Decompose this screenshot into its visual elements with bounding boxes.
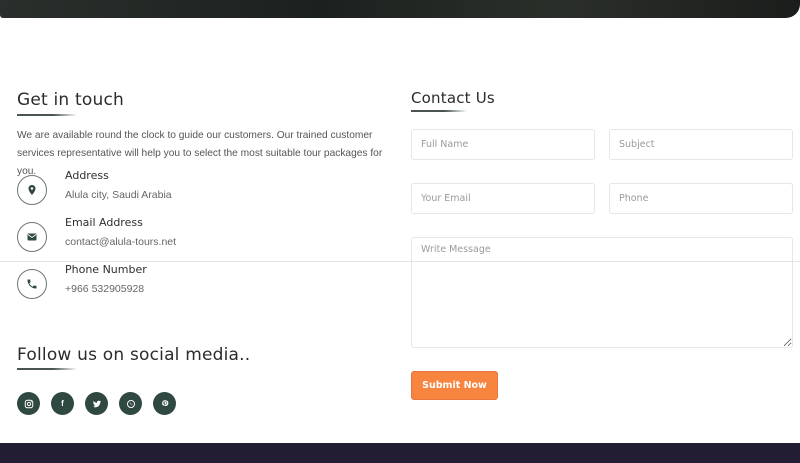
address-title: Address	[65, 169, 109, 182]
email-title: Email Address	[65, 216, 143, 229]
social-heading-underline	[17, 368, 77, 370]
whatsapp-icon[interactable]	[119, 392, 142, 415]
submit-button[interactable]: Submit Now	[411, 371, 498, 400]
footer-edge	[0, 443, 800, 463]
pinterest-icon[interactable]	[153, 392, 176, 415]
contact-heading-underline	[411, 110, 467, 112]
full-name-input[interactable]	[411, 129, 595, 160]
contact-us-heading: Contact Us	[411, 89, 495, 107]
phone-icon	[17, 269, 47, 299]
heading-underline	[17, 114, 77, 116]
hero-banner-edge	[0, 0, 800, 18]
map-pin-icon	[17, 175, 47, 205]
social-heading: Follow us on social media..	[17, 345, 251, 365]
phone-title: Phone Number	[65, 263, 147, 276]
envelope-icon	[17, 222, 47, 252]
section-divider-line	[0, 261, 800, 262]
email-input[interactable]	[411, 183, 595, 214]
subject-input[interactable]	[609, 129, 793, 160]
email-value[interactable]: contact@alula-tours.net	[65, 236, 176, 248]
phone-input[interactable]	[609, 183, 793, 214]
phone-value[interactable]: +966 532905928	[65, 283, 144, 295]
address-value: Alula city, Saudi Arabia	[65, 189, 172, 201]
facebook-icon[interactable]: f	[51, 392, 74, 415]
get-in-touch-heading: Get in touch	[17, 90, 124, 110]
twitter-icon[interactable]	[85, 392, 108, 415]
instagram-icon[interactable]	[17, 392, 40, 415]
message-textarea[interactable]	[411, 237, 793, 348]
